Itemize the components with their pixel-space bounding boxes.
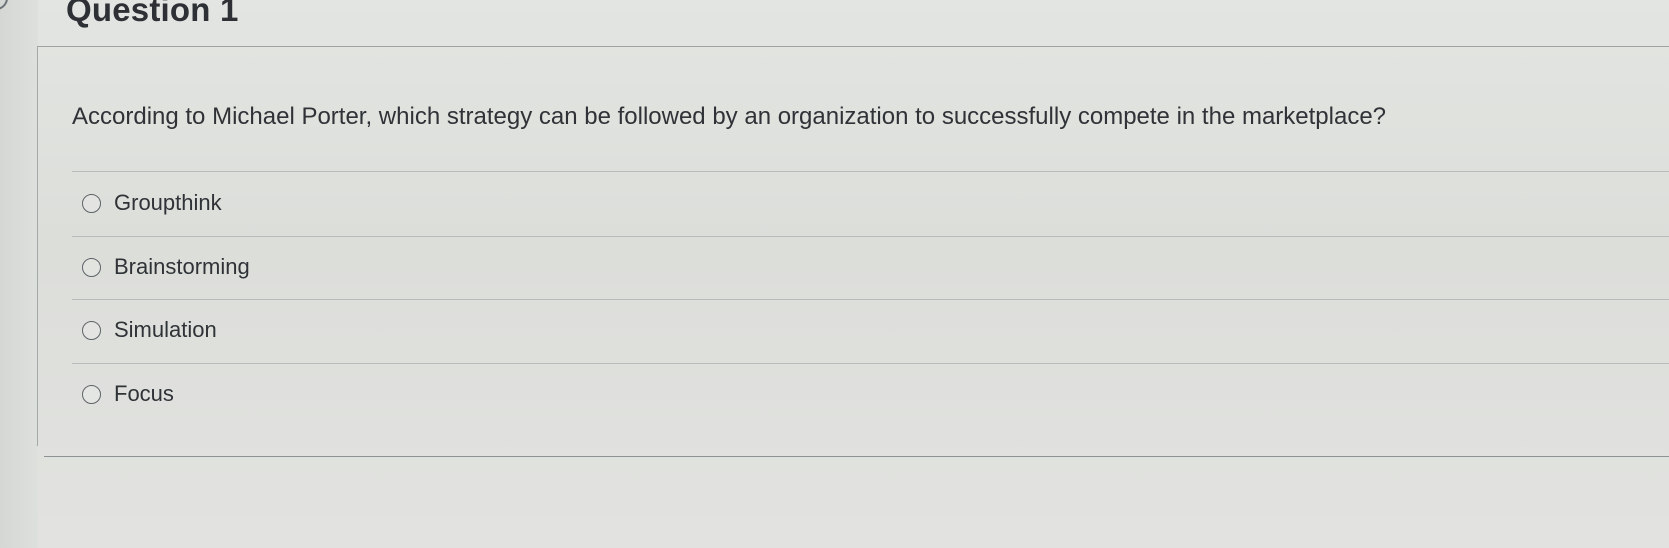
answer-option-groupthink[interactable]: Groupthink <box>82 183 502 223</box>
radio-button[interactable] <box>82 384 101 404</box>
answer-option-label: Brainstorming <box>114 254 250 279</box>
question-frame-left-border <box>37 46 38 446</box>
answer-divider <box>72 171 1669 172</box>
answer-divider <box>72 299 1669 300</box>
answer-divider <box>72 363 1669 364</box>
quiz-page: Question 1 According to Michael Porter, … <box>0 0 1669 548</box>
answer-divider <box>72 236 1669 237</box>
answer-option-label: Focus <box>114 381 174 406</box>
question-title: Question 1 <box>66 0 239 28</box>
radio-button[interactable] <box>82 320 101 340</box>
radio-button[interactable] <box>82 193 101 213</box>
answer-option-label: Simulation <box>114 317 217 342</box>
answer-option-simulation[interactable]: Simulation <box>82 310 502 350</box>
answer-option-brainstorming[interactable]: Brainstorming <box>82 247 502 287</box>
answer-option-focus[interactable]: Focus <box>82 374 502 414</box>
radio-button[interactable] <box>82 257 101 277</box>
question-frame-bottom-border <box>44 456 1669 457</box>
question-frame-top-border <box>37 46 1669 47</box>
question-prompt: According to Michael Porter, which strat… <box>72 103 1387 130</box>
left-gutter <box>0 0 38 548</box>
answer-option-label: Groupthink <box>114 190 222 215</box>
collapse-arrow-icon <box>0 0 8 10</box>
